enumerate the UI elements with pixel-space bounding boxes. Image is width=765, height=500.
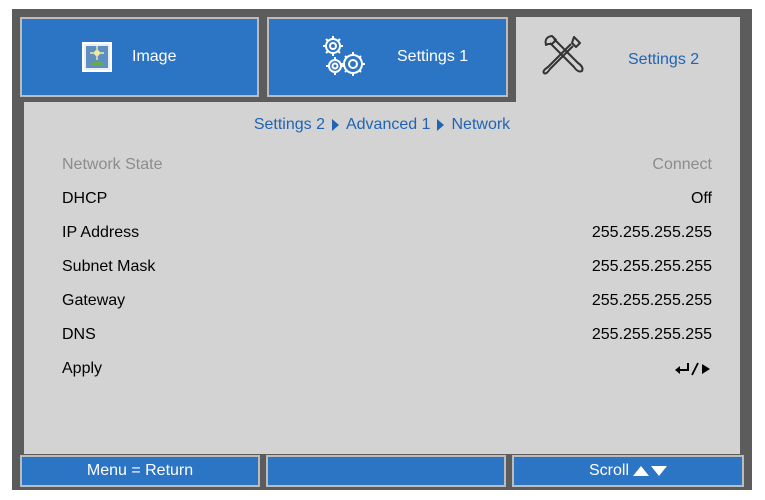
row-label: Subnet Mask: [62, 258, 156, 275]
breadcrumb-item-advanced-1: Advanced 1: [345, 116, 431, 133]
row-label: Network State: [62, 156, 163, 173]
row-apply[interactable]: Apply: [62, 357, 712, 381]
tab-settings-2[interactable]: Settings 2: [516, 17, 740, 102]
menu-return-button[interactable]: Menu = Return: [20, 455, 260, 487]
scroll-down-icon: [651, 466, 667, 476]
row-ip-address[interactable]: IP Address 255.255.255.255: [62, 221, 712, 245]
tab-image[interactable]: Image: [20, 17, 259, 97]
row-label: Apply: [62, 360, 103, 377]
row-value: 255.255.255.255: [591, 292, 712, 309]
row-value: Connect: [652, 156, 712, 173]
image-icon: [80, 40, 114, 74]
menu-return-label: Menu = Return: [86, 462, 194, 479]
gears-icon: [319, 34, 367, 80]
row-dhcp[interactable]: DHCP Off: [62, 187, 712, 211]
row-subnet-mask[interactable]: Subnet Mask 255.255.255.255: [62, 255, 712, 279]
tools-icon: [538, 31, 588, 81]
row-label: IP Address: [62, 224, 140, 241]
scroll-label: Scroll: [588, 462, 629, 479]
scroll-button[interactable]: Scroll: [512, 455, 744, 487]
scroll-up-icon: [633, 466, 649, 476]
breadcrumb: Settings 2 Advanced 1 Network: [24, 116, 740, 134]
row-label: DNS: [62, 326, 96, 343]
tab-settings-1-label: Settings 1: [397, 48, 469, 65]
row-value: Off: [690, 190, 712, 207]
row-label: Gateway: [62, 292, 126, 309]
tab-image-label: Image: [132, 48, 177, 65]
row-network-state: Network State Connect: [62, 153, 712, 177]
row-gateway[interactable]: Gateway 255.255.255.255: [62, 289, 712, 313]
row-value: 255.255.255.255: [591, 224, 712, 241]
footer-middle-button: [266, 455, 506, 487]
row-dns[interactable]: DNS 255.255.255.255: [62, 323, 712, 347]
osd-menu: Image Settings 1 Settings 2 Settings 2 A…: [12, 9, 752, 490]
row-label: DHCP: [62, 190, 108, 207]
enter-arrow-icon: [674, 361, 712, 377]
breadcrumb-arrow-icon: [437, 119, 445, 131]
tab-settings-2-label: Settings 2: [628, 50, 700, 68]
row-value: 255.255.255.255: [591, 258, 712, 275]
network-panel: Settings 2 Advanced 1 Network Network St…: [24, 102, 740, 454]
tab-settings-1[interactable]: Settings 1: [267, 17, 508, 97]
breadcrumb-item-network: Network: [451, 116, 511, 133]
breadcrumb-arrow-icon: [331, 119, 339, 131]
row-value: 255.255.255.255: [591, 326, 712, 343]
breadcrumb-item-settings-2: Settings 2: [253, 116, 325, 133]
